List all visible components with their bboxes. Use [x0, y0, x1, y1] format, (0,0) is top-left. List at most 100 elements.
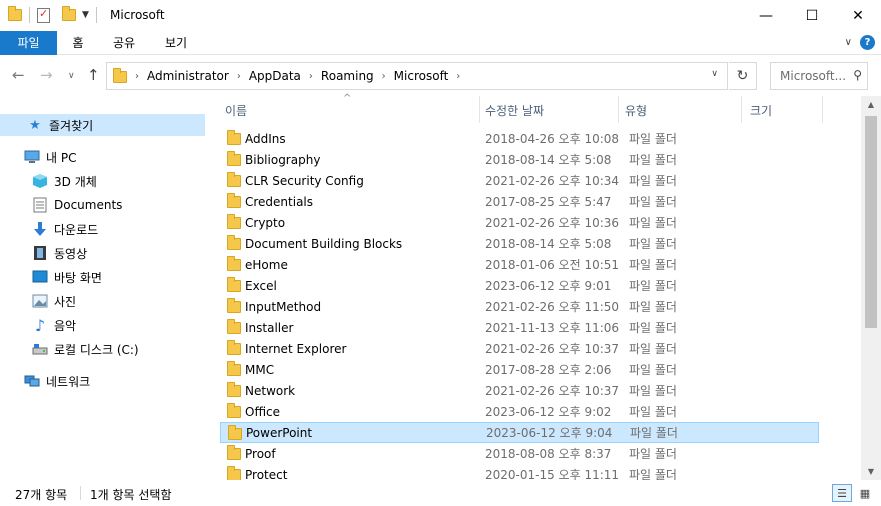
file-date: 2023-06-12 오후 9:04 [486, 426, 613, 440]
chevron-right-icon[interactable]: › [135, 71, 139, 82]
file-date: 2018-08-14 오후 5:08 [485, 237, 612, 251]
help-icon[interactable]: ? [860, 35, 875, 50]
expand-ribbon-icon[interactable]: ∨ [845, 37, 852, 48]
search-input[interactable]: Microsoft... ⚲ [770, 62, 868, 90]
tab-file[interactable]: 파일 [0, 31, 57, 55]
computer-icon [24, 149, 40, 165]
properties-icon[interactable] [37, 7, 50, 23]
chevron-right-icon[interactable]: › [456, 71, 460, 82]
customize-toolbar-icon[interactable]: ▼ [82, 10, 89, 20]
address-dropdown-icon[interactable]: ∨ [711, 69, 718, 79]
tab-home[interactable]: 홈 [66, 31, 90, 55]
column-type[interactable]: 유형 [625, 102, 647, 119]
file-name: Internet Explorer [245, 341, 347, 356]
file-row[interactable]: Proof 2018-08-08 오후 8:37 파일 폴더 [220, 443, 819, 464]
breadcrumb-roaming[interactable]: Roaming [321, 69, 374, 83]
chevron-right-icon[interactable]: › [309, 71, 313, 82]
sidebar-item-3d-objects[interactable]: 3D 개체 [0, 170, 205, 192]
sidebar-item-music[interactable]: ♪ 음악 [0, 314, 205, 336]
column-divider[interactable] [618, 96, 619, 123]
status-bar: 27개 항목 1개 항목 선택함 ☰ ▦ [0, 480, 881, 506]
recent-locations-button[interactable]: ∨ [68, 71, 75, 81]
sidebar-item-documents[interactable]: Documents [0, 194, 205, 216]
column-name[interactable]: 이름 [225, 102, 247, 119]
details-view-button[interactable]: ☰ [832, 484, 852, 502]
column-divider[interactable] [479, 96, 480, 123]
file-row[interactable]: InputMethod 2021-02-26 오후 11:50 파일 폴더 [220, 296, 819, 317]
file-date: 2021-02-26 오후 10:37 [485, 342, 620, 356]
close-button[interactable]: ✕ [835, 0, 881, 31]
search-icon[interactable]: ⚲ [853, 68, 862, 82]
file-row-selected[interactable]: PowerPoint 2023-06-12 오후 9:04 파일 폴더 [220, 422, 819, 443]
scroll-up-icon[interactable]: ▲ [861, 96, 881, 113]
file-date: 2018-01-06 오전 10:51 [485, 258, 620, 272]
breadcrumb-administrator[interactable]: Administrator [147, 69, 229, 83]
title-bar: ▼ Microsoft — ☐ ✕ [0, 0, 881, 31]
search-placeholder: Microsoft... [780, 69, 847, 83]
address-bar[interactable]: › Administrator › AppData › Roaming › Mi… [106, 62, 728, 90]
folder-icon [227, 361, 241, 376]
sort-ascending-icon: ^ [343, 93, 352, 104]
file-row[interactable]: CLR Security Config 2021-02-26 오후 10:34 … [220, 170, 819, 191]
breadcrumb-appdata[interactable]: AppData [249, 69, 301, 83]
sidebar-item-label: Documents [54, 198, 123, 212]
status-divider [80, 486, 81, 500]
folder-icon [227, 277, 241, 292]
file-name: Office [245, 404, 281, 419]
file-row[interactable]: Document Building Blocks 2018-08-14 오후 5… [220, 233, 819, 254]
tab-view[interactable]: 보기 [161, 31, 191, 55]
minimize-button[interactable]: — [743, 0, 789, 31]
column-size[interactable]: 크기 [750, 102, 772, 119]
sidebar-item-local-disk[interactable]: 로컬 디스크 (C:) [0, 338, 205, 360]
file-row[interactable]: Bibliography 2018-08-14 오후 5:08 파일 폴더 [220, 149, 819, 170]
folder-icon [227, 298, 241, 313]
up-button[interactable]: ↑ [87, 66, 100, 84]
folder-icon [227, 403, 241, 418]
file-row[interactable]: eHome 2018-01-06 오전 10:51 파일 폴더 [220, 254, 819, 275]
large-icons-view-button[interactable]: ▦ [855, 484, 875, 502]
maximize-button[interactable]: ☐ [789, 0, 835, 31]
file-type: 파일 폴더 [629, 153, 677, 167]
column-date-modified[interactable]: 수정한 날짜 [485, 102, 544, 119]
refresh-button[interactable]: ↻ [729, 62, 757, 90]
new-folder-icon[interactable] [62, 6, 76, 21]
ribbon-controls: ∨ ? [845, 35, 875, 50]
scroll-down-icon[interactable]: ▼ [861, 463, 881, 480]
file-date: 2018-04-26 오후 10:08 [485, 132, 620, 146]
sidebar-item-quick-access[interactable]: ★ 즐겨찾기 [0, 114, 205, 136]
file-row[interactable]: AddIns 2018-04-26 오후 10:08 파일 폴더 [220, 128, 819, 149]
tab-share[interactable]: 공유 [109, 31, 139, 55]
file-row[interactable]: Office 2023-06-12 오후 9:02 파일 폴더 [220, 401, 819, 422]
file-row[interactable]: Installer 2021-11-13 오후 11:06 파일 폴더 [220, 317, 819, 338]
folder-icon [227, 130, 241, 145]
vertical-scrollbar[interactable]: ▲ ▼ [861, 96, 881, 480]
sidebar-item-downloads[interactable]: 다운로드 [0, 218, 205, 240]
file-row[interactable]: Network 2021-02-26 오후 10:37 파일 폴더 [220, 380, 819, 401]
scrollbar-thumb[interactable] [865, 116, 877, 328]
file-row[interactable]: Credentials 2017-08-25 오후 5:47 파일 폴더 [220, 191, 819, 212]
file-name: Protect [245, 467, 288, 481]
sidebar-item-desktop[interactable]: 바탕 화면 [0, 266, 205, 288]
file-row[interactable]: Excel 2023-06-12 오후 9:01 파일 폴더 [220, 275, 819, 296]
file-row[interactable]: Internet Explorer 2021-02-26 오후 10:37 파일… [220, 338, 819, 359]
chevron-right-icon[interactable]: › [237, 71, 241, 82]
download-icon [32, 221, 48, 237]
sidebar-item-videos[interactable]: 동영상 [0, 242, 205, 264]
sidebar-item-pictures[interactable]: 사진 [0, 290, 205, 312]
file-row[interactable]: Protect 2020-01-15 오후 11:11 파일 폴더 [220, 464, 819, 480]
folder-icon [113, 68, 127, 83]
folder-icon [227, 256, 241, 271]
back-button[interactable]: ← [12, 66, 25, 84]
column-divider[interactable] [741, 96, 742, 123]
sidebar-item-network[interactable]: 네트워크 [0, 370, 205, 392]
file-row[interactable]: Crypto 2021-02-26 오후 10:36 파일 폴더 [220, 212, 819, 233]
breadcrumb-microsoft[interactable]: Microsoft [394, 69, 449, 83]
sidebar-item-this-pc[interactable]: 내 PC [0, 146, 205, 168]
chevron-right-icon[interactable]: › [382, 71, 386, 82]
column-divider[interactable] [822, 96, 823, 123]
cube-icon [32, 173, 48, 189]
file-date: 2020-01-15 오후 11:11 [485, 468, 620, 480]
forward-button[interactable]: → [40, 66, 53, 84]
file-name: CLR Security Config [245, 173, 364, 188]
file-row[interactable]: MMC 2017-08-28 오후 2:06 파일 폴더 [220, 359, 819, 380]
